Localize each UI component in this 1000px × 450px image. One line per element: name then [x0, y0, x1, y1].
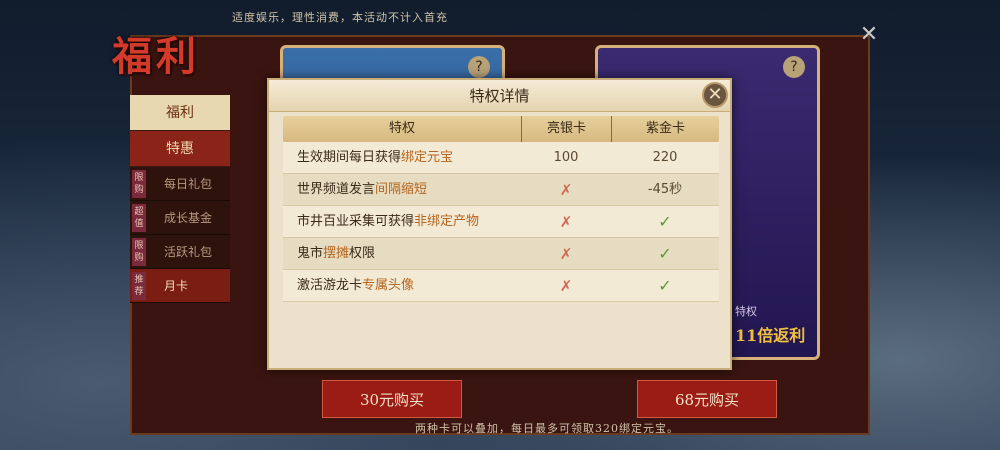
- privilege-text: 激活游龙卡: [297, 278, 363, 293]
- table-row: 生效期间每日获得绑定元宝 100 220: [283, 142, 719, 174]
- cell-value: 100: [553, 150, 579, 165]
- privilege-highlight: 摆摊: [323, 246, 350, 261]
- help-icon[interactable]: ?: [468, 56, 490, 78]
- limit-badge: 限购: [132, 238, 146, 266]
- bottom-notice: 两种卡可以叠加，每日最多可领取320绑定元宝。: [415, 422, 679, 435]
- recommend-badge: 推荐: [132, 272, 146, 300]
- check-icon: ✓: [658, 276, 672, 295]
- sidebar-item-label: 每日礼包: [164, 177, 213, 191]
- privilege-highlight: 非绑定产物: [414, 214, 480, 229]
- table-row: 激活游龙卡专属头像 ✗ ✓: [283, 270, 719, 302]
- check-icon: ✓: [658, 212, 672, 231]
- privilege-text: 权限: [349, 246, 376, 261]
- table-row: 市井百业采集可获得非绑定产物 ✗ ✓: [283, 206, 719, 238]
- header-privilege: 特权: [388, 121, 415, 136]
- top-notice: 适度娱乐，理性消费，本活动不计入首充: [232, 11, 448, 24]
- sidebar-item-daily-gift[interactable]: 限购 每日礼包: [130, 167, 230, 201]
- welfare-logo: 福利: [112, 33, 200, 80]
- table-row: 世界频道发言间隔缩短 ✗ -45秒: [283, 174, 719, 206]
- buy-gold-button[interactable]: 68元购买: [637, 380, 777, 418]
- gold-value: -45秒: [611, 174, 719, 205]
- modal-close-icon[interactable]: ✕: [702, 82, 728, 108]
- limit-badge: 限购: [132, 170, 146, 198]
- sidebar-item-active-gift[interactable]: 限购 活跃礼包: [130, 235, 230, 269]
- tab-welfare[interactable]: 福利: [130, 95, 230, 131]
- privilege-name: 市井百业采集可获得非绑定产物: [283, 206, 521, 237]
- modal-title: 特权详情: [269, 80, 730, 112]
- privilege-text: 世界频道发言: [297, 182, 376, 197]
- silver-value: ✗: [521, 206, 611, 237]
- sidebar: 福利 特惠 限购 每日礼包 超值 成长基金 限购 活跃礼包 推荐 月卡: [130, 95, 230, 303]
- buy-silver-button[interactable]: 30元购买: [322, 380, 462, 418]
- sidebar-item-label: 活跃礼包: [164, 245, 213, 259]
- cross-icon: ✗: [559, 277, 573, 295]
- gold-value: ✓: [611, 270, 719, 301]
- silver-value: 100: [521, 142, 611, 173]
- header-gold: 紫金卡: [611, 116, 719, 142]
- help-icon[interactable]: ?: [783, 56, 805, 78]
- cross-icon: ✗: [559, 213, 573, 231]
- value-badge: 超值: [132, 204, 146, 232]
- cell-value: 220: [652, 150, 678, 165]
- sidebar-item-label: 成长基金: [164, 211, 213, 225]
- close-icon[interactable]: ✕: [858, 24, 880, 46]
- privilege-highlight: 间隔缩短: [375, 182, 428, 197]
- table-row: 鬼市摆摊权限 ✗ ✓: [283, 238, 719, 270]
- sidebar-item-monthly-card[interactable]: 推荐 月卡: [130, 269, 230, 303]
- table-header: 特权 亮银卡 紫金卡: [283, 116, 719, 142]
- check-icon: ✓: [658, 244, 672, 263]
- privilege-text: 生效期间每日获得: [297, 150, 402, 165]
- cross-icon: ✗: [559, 181, 573, 199]
- silver-value: ✗: [521, 174, 611, 205]
- gold-value: 220: [611, 142, 719, 173]
- silver-value: ✗: [521, 270, 611, 301]
- silver-value: ✗: [521, 238, 611, 269]
- tab-special[interactable]: 特惠: [130, 131, 230, 167]
- sidebar-item-label: 月卡: [164, 279, 189, 293]
- sidebar-item-growth-fund[interactable]: 超值 成长基金: [130, 201, 230, 235]
- privilege-text: 鬼市: [297, 246, 324, 261]
- privilege-name: 鬼市摆摊权限: [283, 238, 521, 269]
- privilege-table: 特权 亮银卡 紫金卡 生效期间每日获得绑定元宝 100 220 世界频道发言间隔缩短 ✗…: [283, 116, 719, 302]
- cross-icon: ✗: [559, 245, 573, 263]
- privilege-details-modal: 特权详情 ✕ 特权 亮银卡 紫金卡 生效期间每日获得绑定元宝 100 220 世界频道…: [267, 78, 732, 370]
- privilege-name: 生效期间每日获得绑定元宝: [283, 142, 521, 173]
- gold-value: ✓: [611, 206, 719, 237]
- privilege-name: 激活游龙卡专属头像: [283, 270, 521, 301]
- cell-value: -45秒: [647, 182, 683, 197]
- card-rebate-label: 11倍返利: [735, 326, 806, 345]
- privilege-highlight: 绑定元宝: [401, 150, 454, 165]
- header-silver: 亮银卡: [521, 116, 611, 142]
- privilege-text: 市井百业采集可获得: [297, 214, 415, 229]
- card-privilege-label: 特权: [735, 305, 757, 318]
- gold-value: ✓: [611, 238, 719, 269]
- privilege-highlight: 专属头像: [362, 278, 415, 293]
- privilege-name: 世界频道发言间隔缩短: [283, 174, 521, 205]
